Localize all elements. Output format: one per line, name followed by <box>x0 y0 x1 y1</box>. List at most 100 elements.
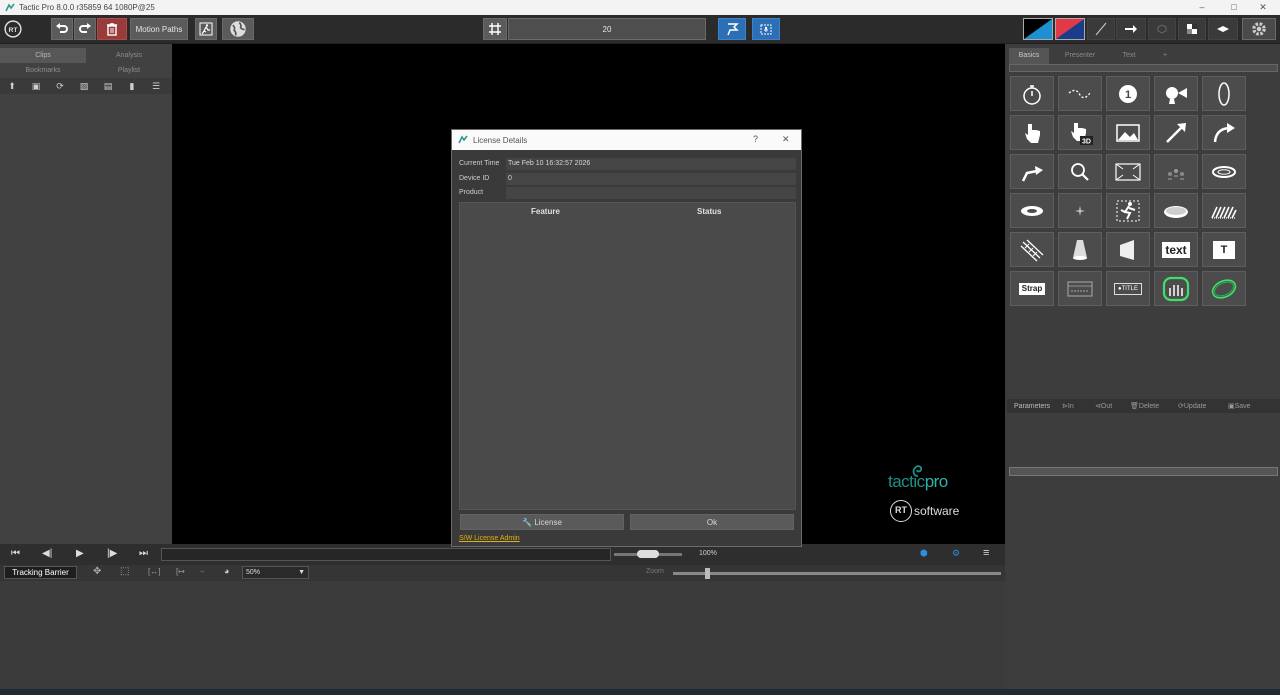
tool-spotlight[interactable] <box>1154 76 1198 111</box>
minimize-button[interactable]: – <box>1185 0 1219 15</box>
tab-text[interactable]: Text <box>1111 48 1147 64</box>
tool-number[interactable]: 1 <box>1106 76 1150 111</box>
pattern-button[interactable] <box>1178 18 1206 40</box>
tool-pointer[interactable] <box>1010 115 1054 150</box>
link-icon[interactable]: ⌁ <box>200 567 205 576</box>
tool-lower-third[interactable] <box>1058 271 1102 306</box>
list-icon[interactable]: ☰ <box>144 81 168 92</box>
ok-button[interactable]: Ok <box>630 514 794 530</box>
tool-circle-ring[interactable] <box>1202 271 1246 306</box>
draw-icon[interactable]: ◕ <box>224 566 229 576</box>
zoom-select[interactable]: 50% ▼ <box>242 566 309 579</box>
timeline-area[interactable] <box>0 581 1005 689</box>
tool-highlight-bars[interactable] <box>1154 271 1198 306</box>
tool-magnifier[interactable] <box>1058 154 1102 189</box>
select-box-icon[interactable]: ⬚ <box>120 566 129 577</box>
timeline-zoom-handle[interactable] <box>705 568 710 579</box>
play-button[interactable]: ▶ <box>76 548 84 559</box>
parameters-scrollbar[interactable] <box>1009 467 1278 476</box>
tab-presenter[interactable]: Presenter <box>1055 48 1105 64</box>
menu-icon[interactable]: ≡ <box>983 547 989 559</box>
tool-pin-label[interactable]: T <box>1202 232 1246 267</box>
tool-curved-arrow[interactable] <box>1202 115 1246 150</box>
tool-bent-arrow[interactable] <box>1010 154 1054 189</box>
primary-color-swatch[interactable] <box>1023 18 1053 40</box>
save-param-button[interactable]: ▣Save <box>1228 402 1268 410</box>
disk-icon[interactable]: ▤ <box>96 81 120 92</box>
tab-analysis[interactable]: Analysis <box>86 48 172 63</box>
license-button[interactable]: 🔧 License <box>460 514 624 530</box>
step-forward-button[interactable]: |▶ <box>107 548 117 559</box>
fit-icon[interactable]: [↔] <box>148 567 160 576</box>
help-button[interactable]: ? <box>753 134 758 144</box>
scrub-bar[interactable] <box>161 548 611 561</box>
close-window-button[interactable]: ✕ <box>1246 0 1280 15</box>
tool-hatched-area[interactable] <box>1202 193 1246 228</box>
tool-text[interactable]: text <box>1154 232 1198 267</box>
tab-basics[interactable]: Basics <box>1009 48 1049 64</box>
update-button[interactable]: ⟳Update <box>1178 402 1228 410</box>
rt-logo-button[interactable]: RT <box>2 18 24 40</box>
flag-mode-button[interactable] <box>718 18 746 40</box>
tool-pointer-3d[interactable]: 3D <box>1058 115 1102 150</box>
tab-clips[interactable]: Clips <box>0 48 86 63</box>
sw-license-admin-link[interactable]: S/W License Admin <box>459 535 520 542</box>
tool-ellipse[interactable] <box>1202 76 1246 111</box>
step-back-button[interactable]: ◀| <box>42 548 52 559</box>
tool-sparkle[interactable] <box>1058 193 1102 228</box>
move-icon[interactable]: ✥ <box>93 566 101 577</box>
tool-strap[interactable]: Strap <box>1010 271 1054 306</box>
tool-ring[interactable] <box>1202 154 1246 189</box>
tab-add[interactable]: + <box>1155 48 1175 64</box>
player-run-button[interactable] <box>195 18 217 40</box>
tab-bookmarks[interactable]: Bookmarks <box>0 63 86 78</box>
speed-slider-handle[interactable] <box>637 550 659 558</box>
tool-straight-arrow[interactable] <box>1154 115 1198 150</box>
delete-button[interactable] <box>97 18 127 40</box>
go-start-button[interactable]: ⏮ <box>11 548 20 559</box>
tool-disk-ring[interactable] <box>1010 193 1054 228</box>
grid-size-field[interactable]: 20 <box>508 18 706 40</box>
tracking-barrier-button[interactable]: Tracking Barrier <box>4 566 77 579</box>
tool-lines-hatch[interactable] <box>1010 232 1054 267</box>
tool-ellipse-floor[interactable] <box>1154 193 1198 228</box>
tool-wall[interactable] <box>1106 232 1150 267</box>
tool-player-cutout[interactable] <box>1106 193 1150 228</box>
secondary-color-swatch[interactable] <box>1055 18 1085 40</box>
settings-button[interactable] <box>1242 18 1276 40</box>
dialog-close-button[interactable]: ✕ <box>782 134 790 145</box>
save-icon[interactable]: ▣ <box>24 81 48 92</box>
shape-style-button[interactable] <box>1148 18 1176 40</box>
arrow-style-button[interactable] <box>1116 18 1146 40</box>
motion-paths-button[interactable]: Motion Paths <box>130 18 188 40</box>
loop-icon[interactable]: ⚙ <box>952 548 960 559</box>
tool-image[interactable] <box>1106 115 1150 150</box>
undo-button[interactable] <box>51 18 73 40</box>
basics-scrollbar[interactable] <box>1009 64 1278 72</box>
trim-icon[interactable]: [↦ <box>176 567 185 576</box>
tool-curvy-arrow[interactable] <box>1058 76 1102 111</box>
tool-timer[interactable] <box>1010 76 1054 111</box>
timeline-zoom-track[interactable] <box>673 572 1001 575</box>
out-button[interactable]: ⊲Out <box>1095 402 1130 410</box>
image-icon[interactable]: ▨ <box>72 81 96 92</box>
go-end-button[interactable]: ⏭ <box>139 548 148 559</box>
clips-toolbar: ⬆ ▣ ⟳ ▨ ▤ ▮ ☰ <box>0 78 172 94</box>
grid-toggle-button[interactable] <box>483 18 507 40</box>
redo-button[interactable] <box>74 18 96 40</box>
tool-title[interactable]: ●TITLE <box>1106 271 1150 306</box>
tool-player-group[interactable] <box>1154 154 1198 189</box>
line-style-button[interactable] <box>1087 18 1115 40</box>
tool-zoom-frame[interactable] <box>1106 154 1150 189</box>
bookmark-icon[interactable]: ▮ <box>120 81 144 92</box>
marker-icon[interactable]: ⬢ <box>920 548 928 559</box>
in-button[interactable]: ⊳In <box>1062 402 1095 410</box>
tab-playlist[interactable]: Playlist <box>86 63 172 78</box>
layer-style-button[interactable] <box>1208 18 1238 40</box>
delete-param-button[interactable]: 🗑Delete <box>1130 402 1178 410</box>
player-view-button[interactable] <box>752 18 780 40</box>
upload-icon[interactable]: ⬆ <box>0 81 24 92</box>
tool-cone-light[interactable] <box>1058 232 1102 267</box>
globe-button[interactable] <box>222 18 254 40</box>
refresh-icon[interactable]: ⟳ <box>48 81 72 92</box>
